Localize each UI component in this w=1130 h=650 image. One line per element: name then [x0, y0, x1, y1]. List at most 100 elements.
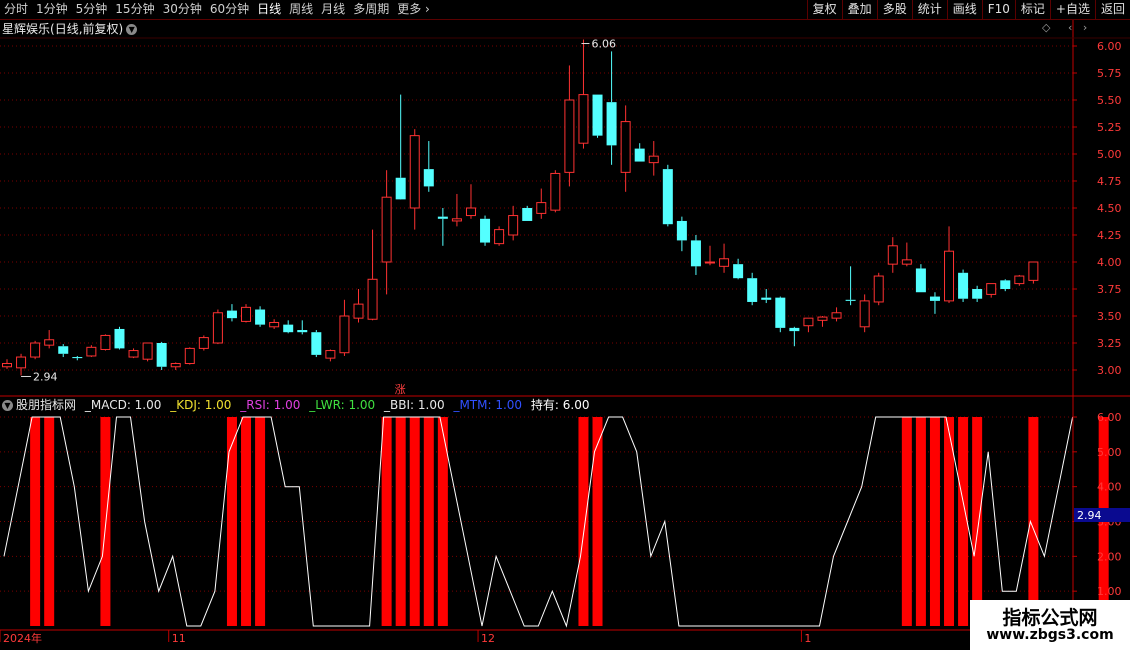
candle-body [212, 312, 223, 344]
legend-lwr: _LWR: 1.00 [309, 398, 376, 412]
candle-body [761, 297, 772, 300]
logo-url: www.zbgs3.com [986, 627, 1114, 643]
candle-body [606, 102, 617, 146]
legend-hold: 持有: 6.00 [530, 398, 590, 412]
low-price-label: 2.94 [33, 370, 58, 383]
candle-body [676, 220, 687, 241]
indicator-tick-label: 2.00 [1097, 550, 1122, 563]
candle-body [690, 240, 701, 267]
legend-macd: _MACD: 1.00 [84, 398, 162, 412]
candle-body [944, 250, 955, 302]
indicator-name: 股朋指标网 [16, 398, 77, 412]
candle-body [480, 218, 491, 243]
chart-grid [0, 45, 1073, 592]
candle-body [1028, 261, 1039, 281]
candle-body [789, 327, 800, 332]
candle-body [184, 347, 195, 365]
candle-body [915, 268, 926, 293]
signal-bar [241, 417, 252, 626]
signal-bar [972, 417, 983, 626]
price-tick-label: 4.00 [1097, 256, 1122, 269]
signal-bar [901, 417, 912, 626]
candle-body [395, 177, 406, 200]
signal-bar-series [30, 417, 1109, 626]
date-tick-label: 12 [481, 632, 495, 645]
candle-body [564, 99, 575, 173]
rise-marker-label: 涨 [395, 383, 406, 396]
candle-body [100, 334, 111, 350]
candle-body [705, 261, 715, 264]
price-tick-label: 4.75 [1097, 175, 1122, 188]
candle-body [887, 245, 898, 265]
candle-body [747, 278, 758, 302]
candle-body [325, 350, 336, 359]
price-tick-label: 3.25 [1097, 337, 1122, 350]
candle-body [114, 328, 125, 349]
candle-body [198, 337, 209, 349]
candle-body [2, 363, 12, 368]
price-tick-label: 5.50 [1097, 94, 1122, 107]
indicator-tick-label: 1.00 [1097, 585, 1122, 598]
candle-body [58, 346, 69, 354]
candle-body [170, 363, 181, 368]
candle-body [817, 316, 828, 321]
candle-body [536, 202, 547, 214]
legend-kdj: _KDJ: 1.00 [170, 398, 232, 412]
candle-body [620, 121, 631, 173]
candle-body [972, 289, 983, 299]
indicator-legend: ▼ 股朋指标网 _MACD: 1.00 _KDJ: 1.00 _RSI: 1.00… [0, 397, 594, 413]
price-tick-label: 3.00 [1097, 364, 1122, 377]
candle-body [72, 357, 83, 359]
candle-body [578, 94, 589, 144]
candle-body [128, 350, 139, 358]
candle-body [1014, 275, 1025, 285]
candle-body [634, 148, 645, 162]
candle-body [381, 196, 392, 263]
candle-body [269, 321, 280, 328]
signal-bar [958, 417, 969, 626]
candle-body [775, 297, 786, 328]
candle-body [522, 208, 533, 221]
candle-body [353, 303, 364, 319]
signal-bar [255, 417, 266, 626]
indicator-tick-label: 4.00 [1097, 481, 1122, 494]
candle-body [803, 317, 814, 327]
legend-rsi: _RSI: 1.00 [240, 398, 301, 412]
candle-body [662, 169, 673, 225]
candle-body [241, 306, 252, 322]
current-value-label: 2.94 [1077, 509, 1102, 522]
logo-title: 指标公式网 [1002, 607, 1098, 629]
signal-bar [226, 417, 237, 626]
candle-body [648, 155, 659, 164]
candle-body [831, 312, 842, 319]
legend-mtm: _MTM: 1.00 [453, 398, 523, 412]
candle-body [592, 94, 603, 136]
signal-bar [1028, 417, 1039, 626]
date-tick-label: 11 [172, 632, 186, 645]
price-tick-label: 3.75 [1097, 283, 1122, 296]
candle-body [550, 172, 561, 211]
candle-body [367, 278, 378, 320]
candle-body [44, 339, 55, 346]
candle-body [508, 215, 519, 236]
chevron-down-icon[interactable]: ▼ [2, 400, 13, 411]
candle-body [986, 283, 997, 295]
signal-bar [915, 417, 926, 626]
indicator-tick-label: 6.00 [1097, 411, 1122, 424]
legend-bbi: _BBI: 1.00 [384, 398, 445, 412]
candle-body [226, 310, 237, 319]
candle-body [86, 346, 97, 357]
candlestick-series [2, 39, 1039, 376]
candle-body [1000, 280, 1011, 289]
signal-bar [578, 417, 589, 626]
candle-body [845, 299, 856, 301]
candle-body [929, 296, 940, 301]
signal-bar [395, 417, 406, 626]
candle-body [733, 264, 744, 279]
chart-canvas[interactable]: 6.00 5.75 5.50 5.25 5.00 4.75 4.50 4.25 4.00 3.75… [0, 0, 1130, 650]
price-tick-label: 5.25 [1097, 121, 1122, 134]
candle-body [156, 343, 167, 367]
candle-body [255, 309, 266, 325]
indicator-tick-label: 5.00 [1097, 446, 1122, 459]
candle-body [297, 330, 308, 333]
